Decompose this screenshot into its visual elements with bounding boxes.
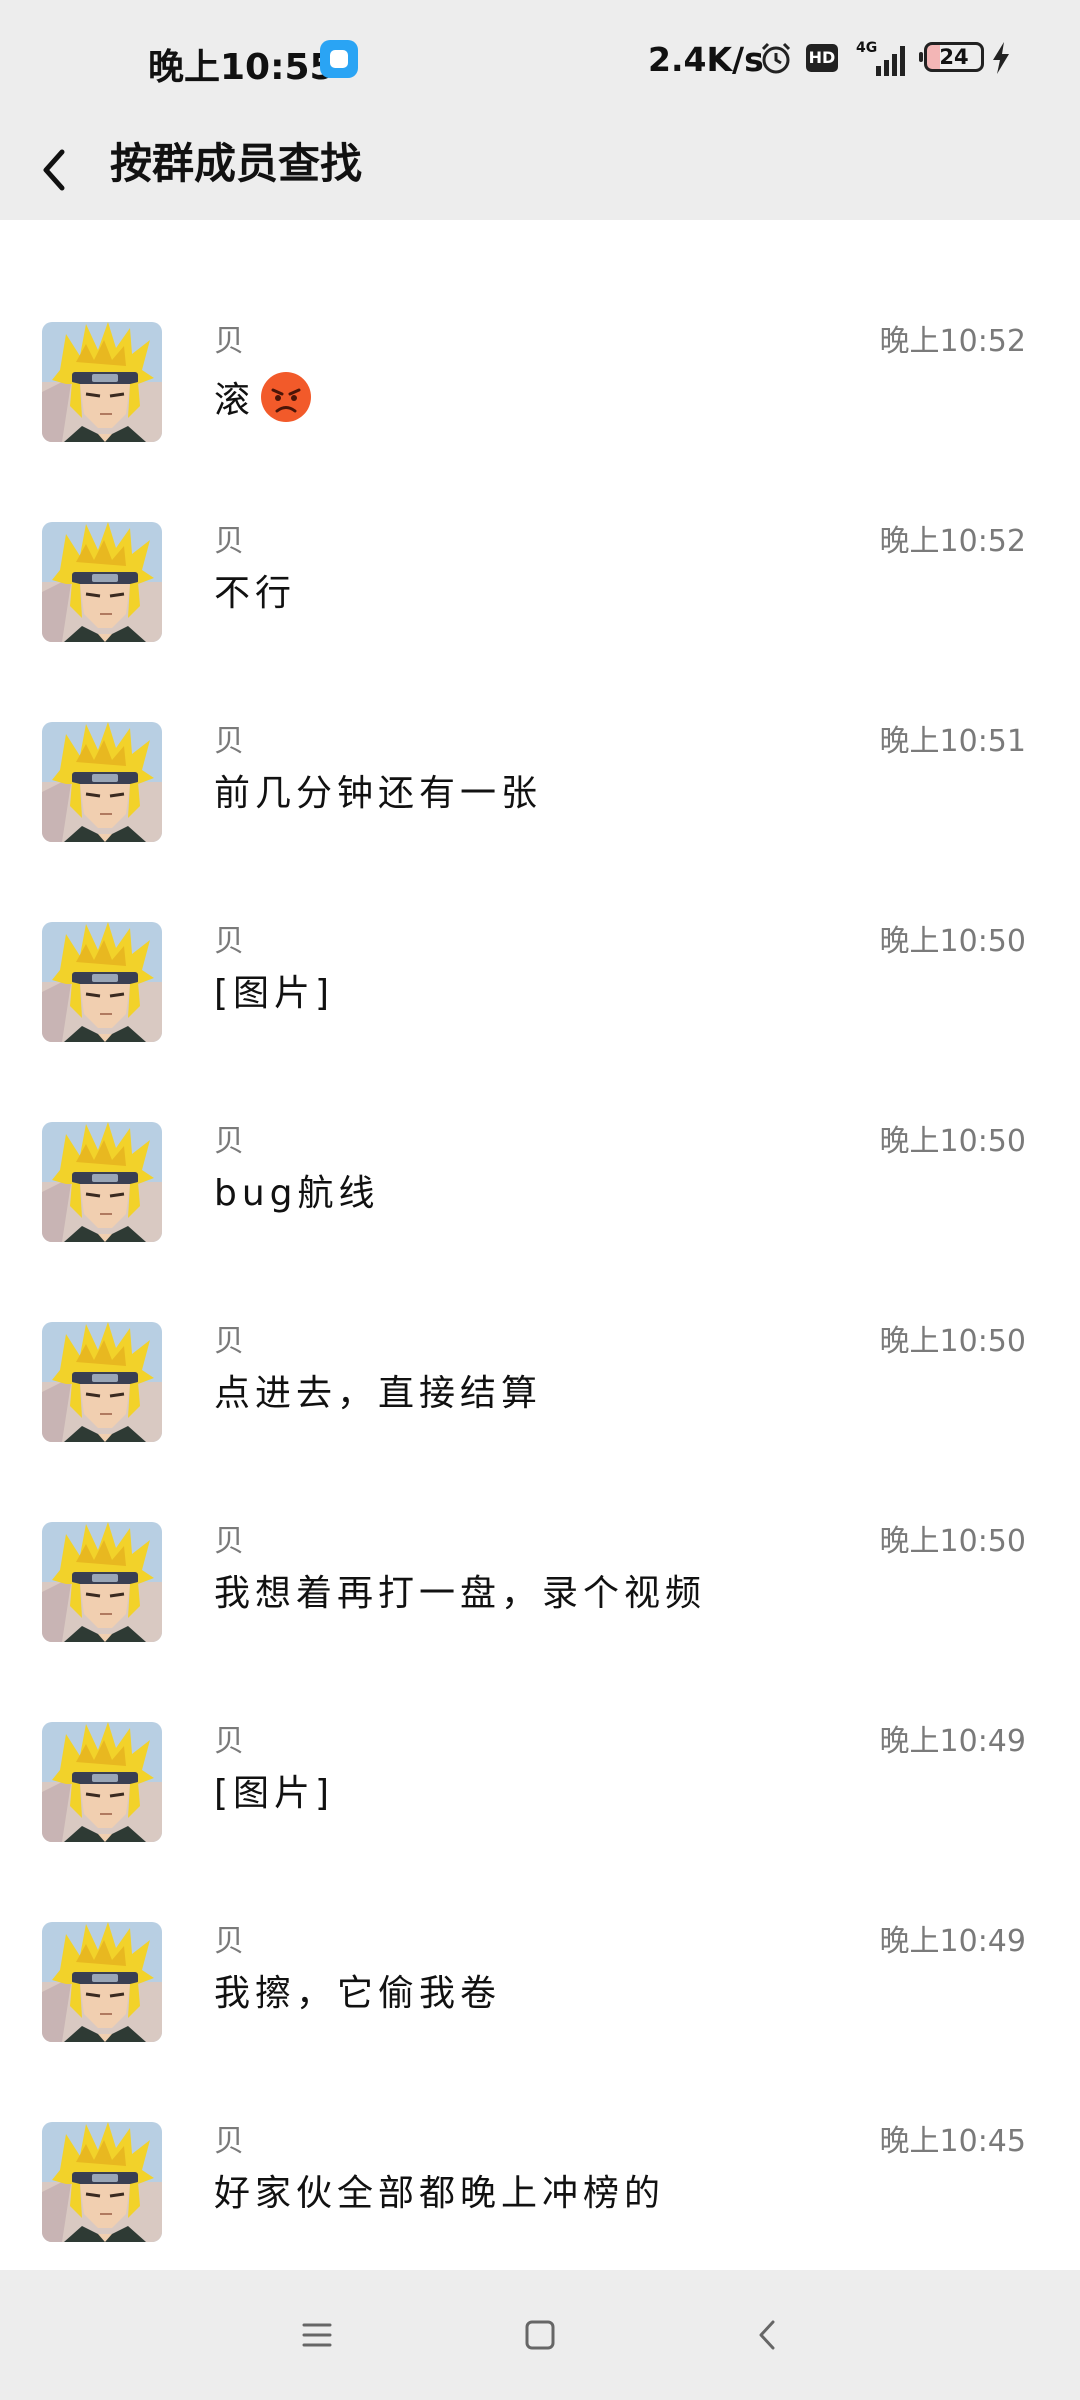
message-time: 晚上10:50 bbox=[879, 1324, 1026, 1359]
list-item[interactable]: 贝 不行 晚上10:52 bbox=[0, 522, 1080, 722]
avatar[interactable] bbox=[42, 1722, 162, 1842]
sender-name: 贝 bbox=[214, 2124, 244, 2159]
message-text: 滚 bbox=[214, 370, 313, 425]
back-button[interactable] bbox=[24, 130, 104, 210]
avatar[interactable] bbox=[42, 522, 162, 642]
list-item[interactable]: 贝 我擦，它偷我卷 晚上10:49 bbox=[0, 1922, 1080, 2122]
list-item[interactable]: 贝 滚 晚上10:52 bbox=[0, 322, 1080, 522]
list-item[interactable]: 贝 bug航线 晚上10:50 bbox=[0, 1122, 1080, 1322]
list-item[interactable]: 贝 好家伙全部都晚上冲榜的 晚上10:45 bbox=[0, 2122, 1080, 2270]
message-text: 前几分钟还有一张 bbox=[214, 773, 543, 814]
sender-name: 贝 bbox=[214, 524, 244, 559]
alarm-clock-icon bbox=[761, 42, 791, 74]
avatar[interactable] bbox=[42, 1122, 162, 1242]
message-list[interactable]: 贝 滚 晚上10:52 贝 不行 晚上10:52 贝 前几分钟还有一张 晚上10… bbox=[0, 220, 1080, 2270]
message-time: 晚上10:50 bbox=[879, 924, 1026, 959]
list-item[interactable]: 贝 [图片] 晚上10:49 bbox=[0, 1722, 1080, 1922]
status-bar: 晚上10:55 2.4K/s HD 4G 24 bbox=[0, 0, 1080, 120]
page-title: 按群成员查找 bbox=[110, 139, 363, 188]
sender-name: 贝 bbox=[214, 724, 244, 759]
list-item[interactable]: 贝 [图片] 晚上10:50 bbox=[0, 922, 1080, 1122]
cell-signal-icon bbox=[876, 46, 905, 76]
hd-voice-icon: HD bbox=[806, 44, 838, 72]
sender-name: 贝 bbox=[214, 1924, 244, 1959]
list-item[interactable]: 贝 我想着再打一盘，录个视频 晚上10:50 bbox=[0, 1522, 1080, 1722]
message-text: 好家伙全部都晚上冲榜的 bbox=[214, 2173, 666, 2214]
menu-icon[interactable] bbox=[282, 2300, 352, 2370]
message-text: 不行 bbox=[214, 573, 297, 614]
message-time: 晚上10:50 bbox=[879, 1524, 1026, 1559]
avatar[interactable] bbox=[42, 1922, 162, 2042]
angry-face-emoji-icon bbox=[261, 372, 312, 422]
message-time: 晚上10:51 bbox=[879, 724, 1026, 759]
sender-name: 贝 bbox=[214, 1124, 244, 1159]
sender-name: 贝 bbox=[214, 1524, 244, 1559]
message-text: 我擦，它偷我卷 bbox=[214, 1973, 502, 2014]
list-item[interactable]: 贝 点进去，直接结算 晚上10:50 bbox=[0, 1322, 1080, 1522]
message-time: 晚上10:45 bbox=[879, 2124, 1026, 2159]
back-chevron-icon[interactable] bbox=[733, 2300, 803, 2370]
system-navigation-bar bbox=[0, 2270, 1080, 2400]
sender-name: 贝 bbox=[214, 1724, 244, 1759]
message-time: 晚上10:52 bbox=[879, 324, 1026, 359]
title-bar: 按群成员查找 bbox=[0, 120, 1080, 220]
status-time: 晚上10:55 bbox=[148, 47, 335, 88]
message-time: 晚上10:49 bbox=[879, 1724, 1026, 1759]
sender-name: 贝 bbox=[214, 324, 244, 359]
message-time: 晚上10:52 bbox=[879, 524, 1026, 559]
avatar[interactable] bbox=[42, 1522, 162, 1642]
message-text: [图片] bbox=[214, 973, 335, 1014]
app-notification-icon bbox=[320, 40, 358, 78]
list-item[interactable]: 贝 前几分钟还有一张 晚上10:51 bbox=[0, 722, 1080, 922]
avatar[interactable] bbox=[42, 220, 162, 240]
network-speed: 2.4K/s bbox=[648, 40, 764, 79]
message-text: 我想着再打一盘，录个视频 bbox=[214, 1573, 707, 1614]
avatar[interactable] bbox=[42, 722, 162, 842]
sender-name: 贝 bbox=[214, 924, 244, 959]
avatar[interactable] bbox=[42, 322, 162, 442]
battery-icon: 24 bbox=[919, 42, 984, 72]
message-text: bug航线 bbox=[214, 1173, 380, 1214]
avatar[interactable] bbox=[42, 2122, 162, 2242]
home-square-icon[interactable] bbox=[505, 2300, 575, 2370]
sender-name: 贝 bbox=[214, 1324, 244, 1359]
message-text: 点进去，直接结算 bbox=[214, 1373, 543, 1414]
message-time: 晚上10:49 bbox=[879, 1924, 1026, 1959]
message-text: [图片] bbox=[214, 1773, 335, 1814]
charging-bolt-icon bbox=[993, 42, 1009, 74]
avatar[interactable] bbox=[42, 922, 162, 1042]
message-time: 晚上10:50 bbox=[879, 1124, 1026, 1159]
avatar[interactable] bbox=[42, 1322, 162, 1442]
